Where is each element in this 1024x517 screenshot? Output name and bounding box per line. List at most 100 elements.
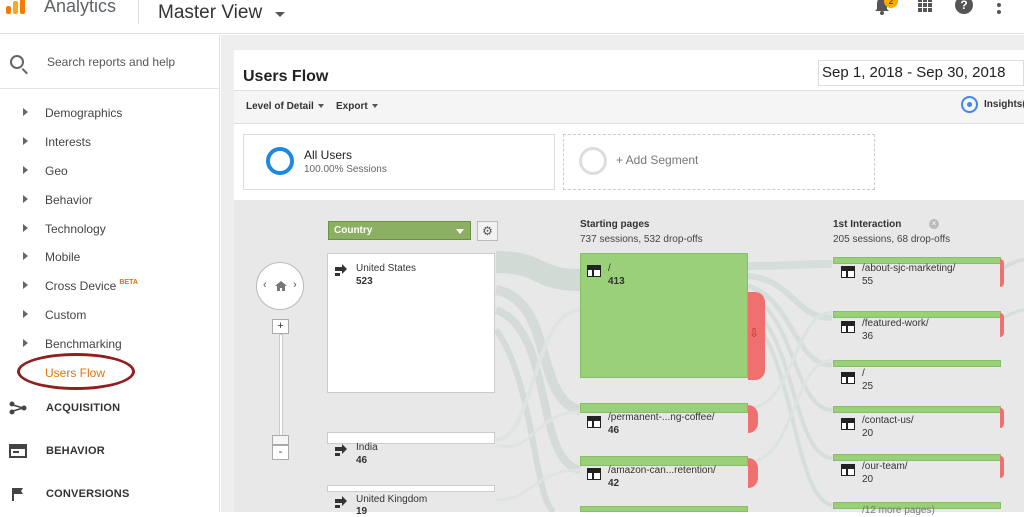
apps-grid-icon[interactable]: [918, 0, 932, 12]
dropoff-bar[interactable]: [1000, 259, 1004, 287]
sidebar-item-label: Behavior: [45, 193, 93, 207]
more-vert-icon[interactable]: [997, 0, 1001, 16]
flow-arrow-icon: [335, 496, 347, 508]
segment-name: All Users: [304, 148, 353, 162]
sidebar-item-behavior[interactable]: Behavior: [0, 187, 219, 213]
page-path: /permanent-...ng-coffee/: [608, 412, 715, 423]
interaction-value: 25: [862, 381, 874, 392]
zoom-slider-handle[interactable]: [272, 435, 289, 445]
add-segment-button[interactable]: [563, 134, 875, 190]
page-value: 42: [608, 478, 620, 489]
dropoff-bar[interactable]: [1000, 456, 1004, 478]
caret-right-icon: [23, 252, 28, 260]
country-name: United Kingdom: [356, 494, 428, 505]
zoom-in-button[interactable]: +: [272, 319, 289, 334]
section-conversions[interactable]: CONVERSIONS: [0, 479, 219, 509]
page-icon: [587, 468, 601, 480]
level-of-detail-label: Level of Detail: [246, 101, 314, 112]
sidebar-item-label: Cross Device BETA: [45, 279, 138, 293]
interaction-path: /contact-us/: [862, 415, 914, 426]
sidebar-item-geo[interactable]: Geo: [0, 158, 219, 184]
page-icon: [841, 321, 855, 333]
caret-right-icon: [23, 310, 28, 318]
flag-icon: [12, 488, 23, 501]
interaction-node[interactable]: [833, 311, 1001, 318]
pan-left-icon[interactable]: ‹: [263, 279, 267, 291]
chevron-down-icon[interactable]: [275, 12, 285, 17]
interaction-path: /featured-work/: [862, 318, 929, 329]
dimension-dropdown[interactable]: Country: [328, 221, 471, 240]
column-title-1st-interaction: 1st Interaction: [833, 219, 902, 230]
section-acquisition[interactable]: ACQUISITION: [0, 393, 219, 423]
sidebar-item-custom[interactable]: Custom: [0, 302, 219, 328]
sidebar-item-label: Interests: [45, 135, 92, 149]
interaction-value: 55: [862, 276, 874, 287]
close-icon[interactable]: ×: [929, 219, 939, 229]
page-icon: [841, 266, 855, 278]
interaction-node[interactable]: [833, 454, 1001, 461]
caret-right-icon: [23, 195, 28, 203]
country-node-united-kingdom[interactable]: [327, 485, 495, 492]
starting-page-node-root[interactable]: [580, 253, 748, 378]
analytics-logo-icon[interactable]: [6, 0, 28, 18]
interaction-path: /about-sjc-marketing/: [862, 263, 956, 274]
chevron-down-icon: [317, 104, 324, 109]
sidebar-item-mobile[interactable]: Mobile: [0, 244, 219, 270]
highlight-annotation: [17, 353, 135, 390]
sidebar-item-interests[interactable]: Interests: [0, 129, 219, 155]
page-icon: [841, 418, 855, 430]
sidebar-item-benchmarking[interactable]: Benchmarking: [0, 331, 219, 357]
country-node-united-states[interactable]: [327, 253, 495, 393]
caret-right-icon: [23, 339, 28, 347]
caret-right-icon: [23, 166, 28, 174]
insights-button[interactable]: Insights(: [961, 96, 1024, 116]
caret-right-icon: [23, 108, 28, 116]
country-node-india[interactable]: [327, 432, 495, 444]
zoom-slider-track[interactable]: [279, 334, 283, 444]
section-behavior[interactable]: BEHAVIOR: [0, 436, 219, 466]
interaction-path: /: [862, 368, 865, 379]
interaction-node[interactable]: [833, 406, 1001, 413]
view-selector[interactable]: Master View: [158, 2, 262, 24]
home-icon[interactable]: [274, 280, 288, 292]
level-of-detail-button[interactable]: Level of Detail: [246, 101, 324, 112]
starting-page-node-more[interactable]: [580, 506, 748, 512]
section-label: CONVERSIONS: [46, 488, 130, 500]
pan-right-icon[interactable]: ›: [293, 279, 297, 291]
dropoff-bar[interactable]: [1000, 408, 1004, 428]
help-icon[interactable]: ?: [955, 0, 973, 14]
add-segment-label: + Add Segment: [616, 153, 699, 167]
interaction-node[interactable]: [833, 360, 1001, 367]
interaction-value: 20: [862, 474, 874, 485]
export-label: Export: [336, 101, 368, 112]
zoom-out-button[interactable]: -: [272, 445, 289, 460]
page-value: 413: [608, 276, 625, 287]
date-range-picker[interactable]: Sep 1, 2018 - Sep 30, 2018: [818, 60, 1024, 86]
search-box[interactable]: Search reports and help: [0, 35, 219, 89]
chevron-down-icon: [456, 229, 464, 234]
page-title: Users Flow: [243, 68, 329, 85]
sidebar-item-cross-device[interactable]: Cross Device BETA: [0, 273, 219, 299]
export-button[interactable]: Export: [336, 101, 378, 112]
insights-icon: [961, 96, 978, 113]
arrow-down-icon: ⇩: [749, 326, 760, 340]
column-sub-1st-interaction: 205 sessions, 68 drop-offs: [833, 234, 951, 245]
flow-arrow-icon: [335, 444, 347, 456]
sidebar-item-demographics[interactable]: Demographics: [0, 100, 219, 126]
caret-right-icon: [23, 281, 28, 289]
page-icon: [587, 416, 601, 428]
page-path: /: [608, 263, 611, 274]
sidebar-item-label: Technology: [45, 222, 106, 236]
gear-icon[interactable]: ⚙: [477, 221, 498, 241]
segment-sessions: 100.00% Sessions: [304, 164, 387, 175]
country-name: India: [356, 442, 378, 453]
interaction-path: /our-team/: [862, 461, 908, 472]
sidebar-item-technology[interactable]: Technology: [0, 216, 219, 242]
search-input[interactable]: Search reports and help: [47, 55, 175, 69]
column-title-starting-pages: Starting pages: [580, 219, 650, 230]
caret-right-icon: [23, 137, 28, 145]
pan-control[interactable]: ‹ ›: [256, 262, 304, 310]
dropoff-bar[interactable]: [1000, 313, 1004, 337]
page-value: 46: [608, 425, 620, 436]
flow-arrow-icon: [335, 264, 347, 276]
